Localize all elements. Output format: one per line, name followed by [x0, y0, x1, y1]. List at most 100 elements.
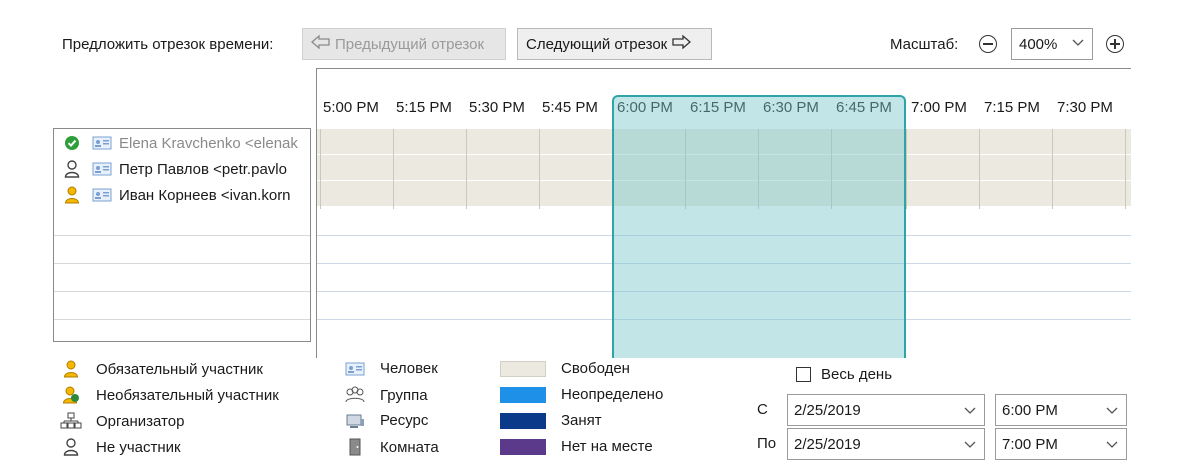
- time-header: 7:00 PM: [911, 99, 967, 116]
- to-time-value: 7:00 PM: [1002, 435, 1058, 453]
- chevron-down-icon: [1106, 441, 1118, 448]
- optional-attendee-icon: [60, 386, 82, 404]
- person-card-icon: [344, 362, 366, 376]
- legend-group: Группа: [344, 386, 428, 404]
- empty-row-divider: [54, 263, 310, 264]
- empty-row-divider: [54, 291, 310, 292]
- all-day-checkbox[interactable]: [796, 367, 811, 382]
- chevron-down-icon: [1106, 407, 1118, 414]
- attendee-name[interactable]: Elena Kravchenko <elenak: [119, 135, 298, 152]
- attendee-row[interactable]: Петр Павлов <petr.pavlo: [54, 156, 310, 182]
- legend-label: Человек: [380, 360, 438, 377]
- legend-label: Группа: [380, 386, 428, 404]
- time-header: 5:45 PM: [542, 99, 598, 116]
- group-icon: [344, 386, 366, 404]
- all-day-toggle[interactable]: Весь день: [796, 366, 892, 383]
- grid-line: [906, 129, 907, 209]
- to-date-value: 2/25/2019: [794, 435, 861, 453]
- from-time-value: 6:00 PM: [1002, 401, 1058, 419]
- arrow-right-icon: [671, 34, 692, 54]
- not-attendee-icon: [62, 160, 82, 178]
- attendee-list: Elena Kravchenko <elenak Петр Павлов <pe…: [53, 128, 311, 342]
- chevron-down-icon: [964, 441, 976, 448]
- arrow-left-icon: [311, 34, 331, 54]
- grid-line: [979, 129, 980, 209]
- legend-label: Не участник: [96, 438, 181, 456]
- legend-label: Комната: [380, 438, 439, 456]
- attendee-row[interactable]: Иван Корнеев <ivan.korn: [54, 182, 310, 208]
- zoom-value: 400%: [1019, 35, 1058, 53]
- grid-line: [393, 129, 394, 209]
- legend-out-of-office: Нет на месте: [500, 438, 653, 455]
- previous-slot-label: Предыдущий отрезок: [335, 35, 485, 53]
- from-time-picker[interactable]: 6:00 PM: [995, 394, 1127, 426]
- time-header: 5:00 PM: [323, 99, 379, 116]
- chevron-down-icon: [964, 407, 976, 414]
- legend-label: Неопределено: [561, 386, 664, 403]
- resource-icon: [344, 413, 366, 429]
- to-label: По: [757, 435, 777, 452]
- time-header: 7:30 PM: [1057, 99, 1113, 116]
- next-slot-button[interactable]: Следующий отрезок: [517, 28, 712, 60]
- legend-label: Свободен: [561, 360, 630, 377]
- time-header: 7:15 PM: [984, 99, 1040, 116]
- time-header: 5:15 PM: [396, 99, 452, 116]
- person-card-icon: [92, 162, 112, 176]
- legend-busy: Занят: [500, 412, 602, 429]
- legend-label: Нет на месте: [561, 438, 653, 455]
- tentative-swatch: [500, 386, 546, 403]
- next-slot-label: Следующий отрезок: [526, 35, 668, 53]
- zoom-out-icon[interactable]: [979, 35, 997, 53]
- legend-resource: Ресурс: [344, 412, 428, 429]
- legend-not-attendee: Не участник: [60, 438, 181, 456]
- from-label: С: [757, 401, 768, 418]
- person-card-icon: [92, 136, 112, 150]
- attendee-name[interactable]: Петр Павлов <petr.pavlo: [119, 161, 287, 178]
- attendee-row[interactable]: Elena Kravchenko <elenak: [54, 130, 310, 156]
- grid-line: [466, 129, 467, 209]
- required-attendee-icon: [62, 186, 82, 204]
- legend-room: Комната: [344, 438, 439, 456]
- previous-slot-button[interactable]: Предыдущий отрезок: [302, 28, 506, 60]
- legend-person: Человек: [344, 360, 438, 377]
- suggest-slot-label: Предложить отрезок времени:: [62, 36, 274, 53]
- grid-line: [1052, 129, 1053, 209]
- to-time-picker[interactable]: 7:00 PM: [995, 428, 1127, 460]
- timeline-grid[interactable]: 5:00 PM 5:15 PM 5:30 PM 5:45 PM 6:00 PM …: [316, 68, 1131, 358]
- attendee-name[interactable]: Иван Корнеев <ivan.korn: [119, 187, 291, 204]
- required-attendee-icon: [60, 360, 82, 378]
- selected-time-range[interactable]: [612, 95, 906, 358]
- empty-row-divider: [54, 235, 310, 236]
- all-day-label: Весь день: [821, 366, 893, 383]
- legend-organizer: Организатор: [60, 412, 184, 430]
- room-icon: [344, 438, 366, 456]
- scale-label: Масштаб:: [890, 36, 959, 53]
- check-circle-icon: [62, 135, 82, 151]
- grid-line: [1125, 129, 1126, 209]
- legend-tentative: Неопределено: [500, 386, 663, 403]
- from-date-value: 2/25/2019: [794, 401, 861, 419]
- from-date-picker[interactable]: 2/25/2019: [787, 394, 985, 426]
- legend-label: Необязательный участник: [96, 386, 279, 404]
- empty-row-divider: [54, 319, 310, 320]
- out-of-office-swatch: [500, 438, 546, 455]
- zoom-select[interactable]: 400%: [1011, 28, 1093, 60]
- legend-label: Организатор: [96, 412, 185, 430]
- legend-label: Ресурс: [380, 412, 429, 429]
- legend-free: Свободен: [500, 360, 630, 377]
- busy-swatch: [500, 412, 546, 429]
- to-date-picker[interactable]: 2/25/2019: [787, 428, 985, 460]
- time-header: 5:30 PM: [469, 99, 525, 116]
- chevron-down-icon: [1072, 39, 1084, 46]
- zoom-in-icon[interactable]: [1106, 35, 1124, 53]
- legend-optional: Необязательный участник: [60, 386, 279, 404]
- person-card-icon: [92, 188, 112, 202]
- free-swatch: [500, 360, 546, 377]
- grid-line: [320, 129, 321, 209]
- not-attendee-icon: [60, 438, 82, 456]
- legend-label: Обязательный участник: [96, 360, 263, 378]
- grid-line: [539, 129, 540, 209]
- organizer-icon: [60, 412, 82, 430]
- legend-label: Занят: [561, 412, 602, 429]
- legend-required: Обязательный участник: [60, 360, 263, 378]
